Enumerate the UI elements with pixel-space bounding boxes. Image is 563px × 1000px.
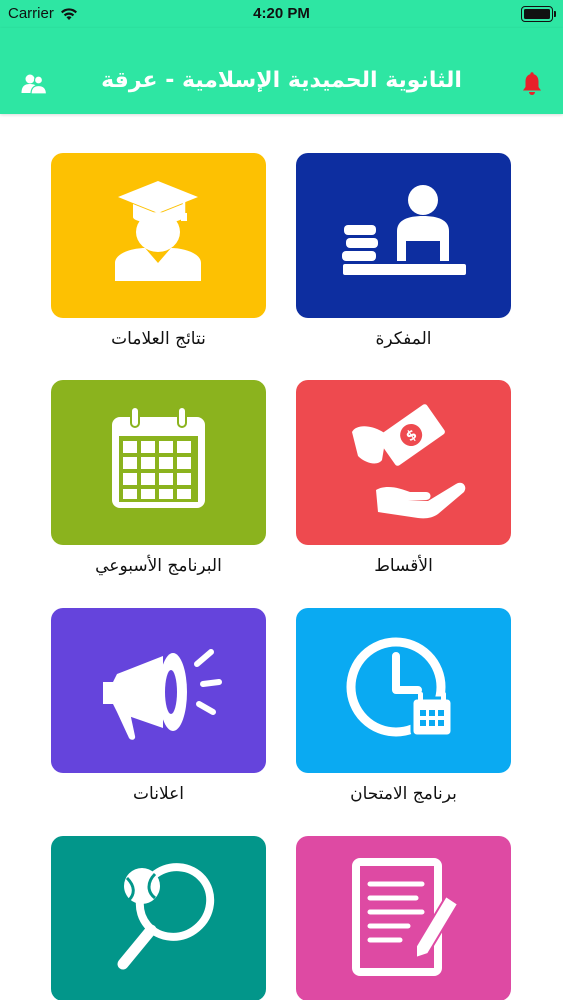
tile-notebook-label: المفكرة (375, 329, 432, 349)
tile-announcements-label: اعلانات (133, 784, 184, 804)
page-title: الثانوية الحميدية الإسلامية - عرقة (101, 68, 462, 93)
payment-hand-icon: $ (352, 404, 466, 519)
battery-icon (521, 6, 556, 22)
users-icon[interactable] (21, 73, 47, 95)
tile-sports[interactable] (51, 836, 266, 1000)
tile-notebook[interactable] (296, 153, 511, 318)
tennis-racket-icon (117, 863, 215, 970)
clock-calendar-icon (346, 637, 454, 738)
tile-exam-schedule-label: برنامج الامتحان (350, 784, 457, 804)
status-bar: Carrier 4:20 PM (0, 0, 563, 28)
megaphone-icon (103, 649, 222, 740)
tile-weekly-schedule[interactable] (51, 380, 266, 545)
graduate-icon (115, 181, 201, 281)
tile-results[interactable] (51, 153, 266, 318)
status-time: 4:20 PM (253, 5, 310, 22)
tile-weekly-schedule-label: البرنامج الأسبوعي (95, 556, 222, 576)
app-header: الثانوية الحميدية الإسلامية - عرقة (0, 28, 563, 114)
bell-icon[interactable] (521, 72, 543, 96)
tile-announcements[interactable] (51, 608, 266, 773)
document-pen-icon (352, 858, 460, 976)
tile-installments-label: الأقساط (374, 556, 433, 576)
calendar-icon (112, 406, 205, 508)
tile-results-label: نتائج العلامات (111, 329, 206, 349)
tile-installments[interactable]: $ (296, 380, 511, 545)
tile-exam-schedule[interactable] (296, 608, 511, 773)
student-desk-icon (342, 185, 466, 275)
tile-document[interactable] (296, 836, 511, 1000)
